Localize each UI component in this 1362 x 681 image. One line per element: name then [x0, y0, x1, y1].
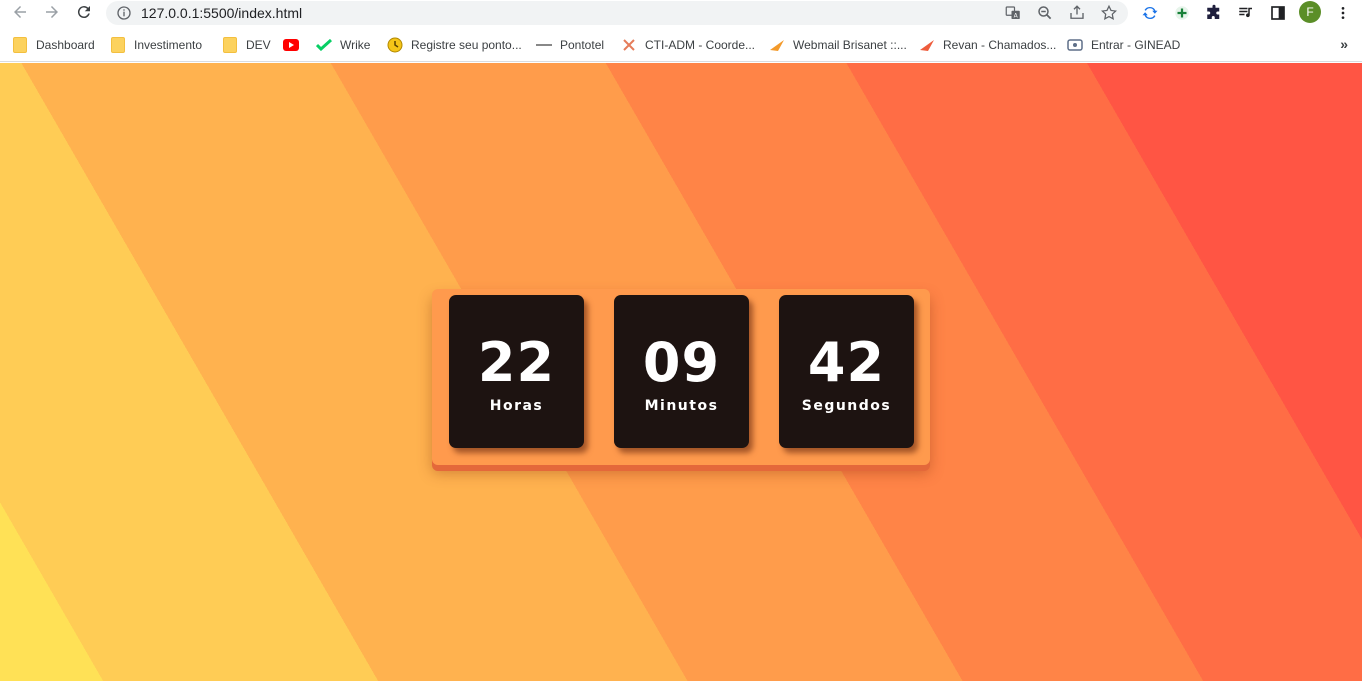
bookmark-star-icon[interactable] — [1100, 4, 1118, 22]
more-vert-icon — [1341, 7, 1345, 19]
address-bar[interactable]: 127.0.0.1:5500/index.html A — [106, 1, 1128, 25]
bookmark-label: Pontotel — [560, 38, 605, 52]
arrow-left-icon — [14, 6, 26, 18]
seconds-card: 42 Segundos — [779, 295, 914, 448]
hours-card: 22 Horas — [449, 295, 584, 448]
url-text: 127.0.0.1:5500/index.html — [141, 5, 303, 21]
bookmark-investimento[interactable]: Investimento — [110, 36, 202, 54]
more-bookmarks-button[interactable]: » — [1340, 36, 1348, 52]
hours-label: Horas — [489, 398, 544, 414]
sync-extension-button[interactable] — [1140, 3, 1160, 23]
bookmark-label: DEV — [246, 38, 271, 52]
forward-button[interactable] — [41, 1, 63, 23]
reload-button[interactable] — [73, 1, 95, 23]
bookmark-label: Investimento — [134, 38, 203, 52]
zoom-out-icon[interactable] — [1036, 4, 1054, 22]
bookmark-dashboard[interactable]: Dashboard — [12, 36, 95, 54]
youtube-icon — [283, 37, 299, 53]
bookmark-wrike[interactable]: Wrike — [316, 36, 370, 54]
sync-icon — [1142, 6, 1158, 20]
share-icon[interactable] — [1068, 4, 1086, 22]
clock-board: 22 Horas 09 Minutos 42 Segundos — [432, 289, 930, 465]
cti-icon — [621, 37, 637, 53]
revan-icon — [919, 37, 935, 53]
bookmark-cti-adm[interactable]: CTI-ADM - Coorde... — [621, 36, 755, 54]
webmail-icon — [769, 37, 785, 53]
playlist-icon — [1239, 7, 1252, 18]
menu-button[interactable] — [1333, 3, 1353, 23]
minutes-card: 09 Minutos — [614, 295, 749, 448]
hours-value: 22 — [477, 331, 556, 394]
wrike-icon — [316, 37, 332, 53]
folder-icon — [222, 37, 238, 53]
bookmark-label: Entrar - GINEAD — [1091, 38, 1181, 52]
minutes-label: Minutos — [644, 398, 719, 414]
pontotel-icon — [536, 37, 552, 53]
bookmark-ginead[interactable]: Entrar - GINEAD — [1067, 36, 1180, 54]
info-icon — [117, 6, 131, 20]
plus-icon — [1175, 6, 1189, 20]
translate-icon[interactable]: A — [1004, 4, 1022, 22]
extensions-button[interactable] — [1204, 3, 1224, 23]
side-panel-icon — [1271, 6, 1285, 20]
folder-icon — [12, 37, 28, 53]
bookmark-label: Registre seu ponto... — [411, 38, 522, 52]
bookmark-webmail[interactable]: Webmail Brisanet ::... — [769, 36, 907, 54]
bookmark-label: Webmail Brisanet ::... — [793, 38, 907, 52]
bookmark-label: Wrike — [340, 38, 371, 52]
back-button[interactable] — [9, 1, 31, 23]
seconds-label: Segundos — [801, 398, 892, 414]
media-button[interactable] — [1236, 3, 1256, 23]
bookmark-label: CTI-ADM - Coorde... — [645, 38, 756, 52]
bookmark-youtube[interactable] — [283, 36, 307, 54]
bookmark-dev[interactable]: DEV — [222, 36, 271, 54]
seconds-value: 42 — [807, 331, 886, 394]
profile-avatar[interactable]: F — [1299, 1, 1321, 23]
bookmarks-bar: Dashboard Investimento DEV Wrike Registr… — [0, 28, 1362, 62]
page-viewport: 22 Horas 09 Minutos 42 Segundos — [0, 63, 1362, 681]
plus-extension-button[interactable] — [1172, 3, 1192, 23]
bookmark-revan[interactable]: Revan - Chamados... — [919, 36, 1056, 54]
clock-icon — [387, 37, 403, 53]
bookmark-label: Dashboard — [36, 38, 95, 52]
bookmark-label: Revan - Chamados... — [943, 38, 1057, 52]
ginead-icon — [1067, 37, 1083, 53]
reload-icon — [77, 6, 90, 19]
minutes-value: 09 — [642, 331, 721, 394]
side-panel-button[interactable] — [1268, 3, 1288, 23]
arrow-right-icon — [46, 6, 58, 18]
bookmark-registre-ponto[interactable]: Registre seu ponto... — [387, 36, 522, 54]
folder-icon — [110, 37, 126, 53]
browser-toolbar: 127.0.0.1:5500/index.html A F — [0, 0, 1362, 28]
bookmark-pontotel[interactable]: Pontotel — [536, 36, 604, 54]
puzzle-icon — [1207, 4, 1220, 19]
